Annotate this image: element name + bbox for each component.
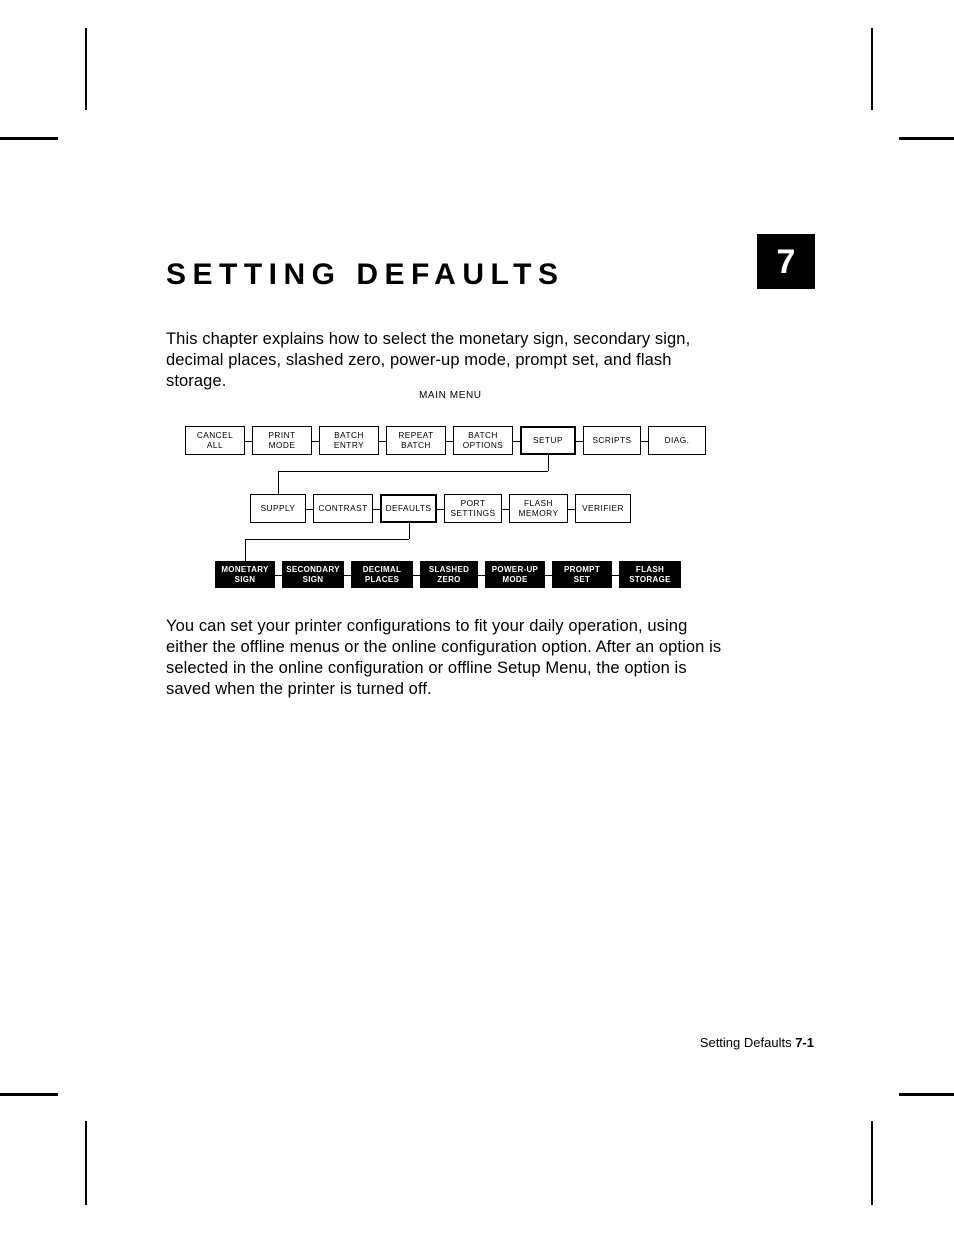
menu-connector-sibling: [437, 508, 444, 510]
menu-node-verifier[interactable]: VERIFIER: [575, 494, 631, 523]
detail-paragraph: You can set your printer configurations …: [166, 616, 722, 698]
menu-connector-sibling: [344, 574, 351, 576]
menu-node-label: PRINT MODE: [268, 429, 296, 450]
menu-node-contrast[interactable]: CONTRAST: [313, 494, 373, 523]
menu-node-decimal-places[interactable]: DECIMAL PLACES: [351, 561, 413, 588]
menu-connector-sibling: [545, 574, 552, 576]
menu-node-label: CANCEL ALL: [196, 429, 234, 450]
menu-node-flash-memory[interactable]: FLASH MEMORY: [509, 494, 568, 523]
menu-connector-run: [245, 539, 409, 540]
menu-node-label: BATCH OPTIONS: [462, 429, 504, 450]
menu-connector-rise: [278, 471, 279, 494]
menu-connector-run: [278, 471, 548, 472]
footer-page-number: 7-1: [795, 1035, 814, 1050]
menu-node-slashed-zero[interactable]: SLASHED ZERO: [420, 561, 478, 588]
menu-node-label: PROMPT SET: [563, 564, 601, 584]
menu-node-label: SETUP: [533, 434, 563, 445]
menu-connector-sibling: [379, 440, 386, 442]
menu-connector-sibling: [576, 440, 583, 442]
menu-node-print-mode[interactable]: PRINT MODE: [252, 426, 312, 455]
menu-node-label: CONTRAST: [318, 502, 368, 513]
menu-node-prompt-set[interactable]: PROMPT SET: [552, 561, 612, 588]
menu-node-port-settings[interactable]: PORT SETTINGS: [444, 494, 502, 523]
menu-connector-drop: [409, 523, 410, 539]
menu-node-label: SUPPLY: [260, 502, 296, 513]
menu-node-repeat-batch[interactable]: REPEAT BATCH: [386, 426, 446, 455]
menu-node-label: FLASH STORAGE: [629, 564, 671, 584]
menu-node-label: PORT SETTINGS: [450, 497, 496, 518]
menu-node-label: DEFAULTS: [385, 502, 432, 513]
menu-node-defaults[interactable]: DEFAULTS: [380, 494, 437, 523]
menu-node-power-up-mode[interactable]: POWER-UP MODE: [485, 561, 545, 588]
menu-connector-sibling: [478, 574, 485, 576]
menu-node-label: MONETARY SIGN: [221, 564, 269, 584]
menu-node-label: POWER-UP MODE: [491, 564, 539, 584]
menu-connector-sibling: [612, 574, 619, 576]
menu-connector-sibling: [502, 508, 509, 510]
menu-connector-sibling: [568, 508, 575, 510]
footer-document-title: Setting Defaults: [699, 1035, 792, 1050]
menu-node-label: BATCH ENTRY: [333, 429, 365, 450]
menu-node-label: VERIFIER: [582, 502, 624, 513]
menu-node-label: DECIMAL PLACES: [362, 564, 402, 584]
menu-node-secondary-sign[interactable]: SECONDARY SIGN: [282, 561, 344, 588]
menu-connector-sibling: [312, 440, 319, 442]
menu-node-label: SLASHED ZERO: [428, 564, 470, 584]
menu-node-label: REPEAT BATCH: [398, 429, 434, 450]
menu-connector-drop: [548, 455, 549, 471]
menu-connector-sibling: [373, 508, 380, 510]
menu-connector-sibling: [245, 440, 252, 442]
menu-node-flash-storage[interactable]: FLASH STORAGE: [619, 561, 681, 588]
menu-node-batch-options[interactable]: BATCH OPTIONS: [453, 426, 513, 455]
menu-connector-sibling: [641, 440, 648, 442]
menu-node-supply[interactable]: SUPPLY: [250, 494, 306, 523]
menu-node-label: SCRIPTS: [592, 434, 632, 445]
menu-node-label: DIAG.: [664, 434, 690, 445]
menu-node-label: FLASH MEMORY: [518, 497, 559, 518]
menu-node-monetary-sign[interactable]: MONETARY SIGN: [215, 561, 275, 588]
menu-connector-sibling: [306, 508, 313, 510]
menu-connector-sibling: [446, 440, 453, 442]
menu-node-diag[interactable]: DIAG.: [648, 426, 706, 455]
menu-node-setup[interactable]: SETUP: [520, 426, 576, 455]
menu-node-batch-entry[interactable]: BATCH ENTRY: [319, 426, 379, 455]
menu-connector-sibling: [413, 574, 420, 576]
menu-node-label: SECONDARY SIGN: [286, 564, 340, 584]
menu-node-cancel-all[interactable]: CANCEL ALL: [185, 426, 245, 455]
menu-node-scripts[interactable]: SCRIPTS: [583, 426, 641, 455]
menu-connector-rise: [245, 539, 246, 561]
menu-map-caption: MAIN MENU: [419, 390, 482, 401]
page-canvas: SETTING DEFAULTS 7 This chapter explains…: [0, 0, 954, 1235]
menu-connector-sibling: [275, 574, 282, 576]
page-footer: Setting Defaults 7-1: [700, 1035, 814, 1050]
menu-connector-sibling: [513, 440, 520, 442]
